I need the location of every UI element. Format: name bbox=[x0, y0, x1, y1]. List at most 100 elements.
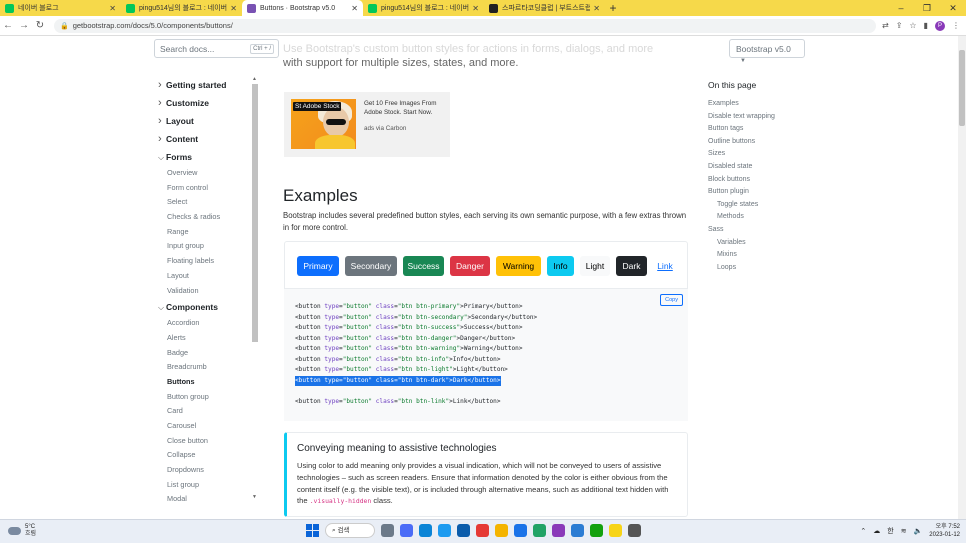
sidebar-scrollbar[interactable]: ▲ ▼ bbox=[252, 76, 258, 506]
toc-link[interactable]: Mixins bbox=[708, 249, 818, 262]
taskbar-app-icon[interactable] bbox=[514, 524, 527, 537]
btn-secondary[interactable]: Secondary bbox=[345, 256, 397, 276]
ad-image[interactable]: St Adobe Stock bbox=[291, 99, 356, 149]
close-window-icon[interactable]: ✕ bbox=[940, 0, 966, 16]
taskbar-search[interactable]: ⌕ 검색 bbox=[325, 523, 375, 538]
tab-close-icon[interactable]: ✕ bbox=[230, 4, 237, 13]
tab-close-icon[interactable]: ✕ bbox=[593, 4, 600, 13]
toc-link[interactable]: Disable text wrapping bbox=[708, 111, 818, 124]
browser-tab[interactable]: pingu514님의 블로그 : 네이버 블로그✕ bbox=[363, 0, 484, 16]
sidebar-link[interactable]: Collapse bbox=[152, 448, 252, 463]
taskbar-app-icon[interactable] bbox=[400, 524, 413, 537]
taskbar-app-icon[interactable] bbox=[571, 524, 584, 537]
page-scrollbar[interactable] bbox=[958, 36, 966, 519]
carbon-ad[interactable]: St Adobe Stock Get 10 Free Images From A… bbox=[284, 92, 450, 157]
tab-close-icon[interactable]: ✕ bbox=[472, 4, 479, 13]
menu-kebab-icon[interactable]: ⋮ bbox=[952, 21, 960, 30]
sidebar-group[interactable]: › Layout bbox=[152, 112, 252, 130]
address-bar[interactable]: 🔒 getbootstrap.com/docs/5.0/components/b… bbox=[54, 18, 877, 33]
toc-link[interactable]: Methods bbox=[708, 211, 818, 224]
clock[interactable]: 오후 7:52 2023-01-12 bbox=[929, 523, 960, 539]
taskbar-app-icon[interactable] bbox=[476, 524, 489, 537]
browser-tab[interactable]: 스파르타코딩클럽 | 부트스트랩 ✕ bbox=[484, 0, 605, 16]
taskbar-app-icon[interactable] bbox=[590, 524, 603, 537]
windows-start-icon[interactable] bbox=[306, 524, 319, 537]
back-arrow-icon[interactable]: ← bbox=[0, 20, 16, 31]
browser-tab[interactable]: Buttons · Bootstrap v5.0 ✕ bbox=[242, 0, 363, 16]
taskbar-app-icon[interactable] bbox=[552, 524, 565, 537]
btn-primary[interactable]: Primary bbox=[297, 256, 339, 276]
toc-link[interactable]: Button tags bbox=[708, 123, 818, 136]
new-tab-button[interactable]: + bbox=[605, 0, 621, 16]
docs-search-input[interactable]: Search docs... Ctrl + / bbox=[154, 39, 279, 58]
minimize-icon[interactable]: – bbox=[888, 0, 914, 16]
taskbar-app-icon[interactable] bbox=[381, 524, 394, 537]
scroll-down-icon[interactable]: ▼ bbox=[252, 494, 257, 500]
weather-widget[interactable]: 5°C 흐림 bbox=[8, 524, 36, 538]
sidebar-link[interactable]: Card bbox=[152, 404, 252, 419]
sidebar-link[interactable]: Alerts bbox=[152, 331, 252, 346]
taskbar-app-icon[interactable] bbox=[419, 524, 432, 537]
taskbar-app-icon[interactable] bbox=[495, 524, 508, 537]
sidebar-link[interactable]: Dropdowns bbox=[152, 463, 252, 478]
toc-link[interactable]: Variables bbox=[708, 237, 818, 250]
taskbar-app-icon[interactable] bbox=[628, 524, 641, 537]
onedrive-icon[interactable]: ☁ bbox=[873, 527, 880, 535]
scroll-up-icon[interactable]: ▲ bbox=[252, 76, 257, 82]
sidebar-link[interactable]: Checks & radios bbox=[152, 210, 252, 225]
sidebar-link[interactable]: Close button bbox=[152, 434, 252, 449]
toc-link[interactable]: Block buttons bbox=[708, 174, 818, 187]
wifi-icon[interactable]: ≋ bbox=[901, 527, 907, 535]
sidebar-link[interactable]: Button group bbox=[152, 390, 252, 405]
volume-icon[interactable]: 🔈 bbox=[914, 527, 923, 535]
sidebar-group[interactable]: ⌵ Components bbox=[152, 298, 252, 316]
ad-via[interactable]: ads via Carbon bbox=[364, 125, 406, 132]
translate-icon[interactable]: ⇄ bbox=[882, 21, 889, 30]
btn-dark[interactable]: Dark bbox=[616, 256, 647, 276]
tray-chevron-icon[interactable]: ⌃ bbox=[860, 527, 866, 535]
toc-link[interactable]: Outline buttons bbox=[708, 136, 818, 149]
profile-avatar[interactable]: P bbox=[935, 20, 945, 31]
btn-light[interactable]: Light bbox=[580, 256, 610, 276]
btn-warning[interactable]: Warning bbox=[496, 256, 541, 276]
sidebar-link[interactable]: Floating labels bbox=[152, 254, 252, 269]
sidebar-link[interactable]: Layout bbox=[152, 269, 252, 284]
toc-link[interactable]: Examples bbox=[708, 98, 818, 111]
taskbar-app-icon[interactable] bbox=[609, 524, 622, 537]
sidebar-link[interactable]: Input group bbox=[152, 239, 252, 254]
toc-link[interactable]: Disabled state bbox=[708, 161, 818, 174]
sidebar-scroll-thumb[interactable] bbox=[252, 84, 258, 342]
toc-link[interactable]: Loops bbox=[708, 262, 818, 275]
toc-link[interactable]: Sass bbox=[708, 224, 818, 237]
tab-close-icon[interactable]: ✕ bbox=[109, 4, 116, 13]
ad-text[interactable]: Get 10 Free Images From Adobe Stock. Sta… bbox=[364, 100, 446, 117]
version-dropdown[interactable]: Bootstrap v5.0 ▼ bbox=[729, 39, 805, 64]
sidebar-link[interactable]: Form control bbox=[152, 181, 252, 196]
sidebar-link[interactable]: Range bbox=[152, 225, 252, 240]
toc-link[interactable]: Toggle states bbox=[708, 199, 818, 212]
toc-link[interactable]: Sizes bbox=[708, 148, 818, 161]
sidebar-link[interactable]: Carousel bbox=[152, 419, 252, 434]
sidebar-link[interactable]: Validation bbox=[152, 284, 252, 299]
maximize-icon[interactable]: ❐ bbox=[914, 0, 940, 16]
language-indicator[interactable]: 한 bbox=[887, 526, 893, 536]
sidepanel-icon[interactable]: ▮ bbox=[924, 21, 928, 30]
taskbar-app-icon[interactable] bbox=[438, 524, 451, 537]
sidebar-link[interactable]: Overview bbox=[152, 166, 252, 181]
tab-close-icon[interactable]: ✕ bbox=[351, 4, 358, 13]
btn-link[interactable]: Link bbox=[653, 256, 677, 276]
taskbar-app-icon[interactable] bbox=[457, 524, 470, 537]
btn-danger[interactable]: Danger bbox=[450, 256, 490, 276]
reload-icon[interactable]: ↻ bbox=[32, 20, 48, 31]
sidebar-link[interactable]: List group bbox=[152, 478, 252, 493]
sidebar-link[interactable]: Buttons bbox=[152, 375, 252, 390]
page-scroll-thumb[interactable] bbox=[959, 50, 965, 126]
copy-button[interactable]: Copy bbox=[660, 294, 683, 306]
browser-tab[interactable]: pingu514님의 블로그 : 네이버 블로그✕ bbox=[121, 0, 242, 16]
share-icon[interactable]: ⇪ bbox=[896, 21, 903, 30]
taskbar-app-icon[interactable] bbox=[533, 524, 546, 537]
forward-arrow-icon[interactable]: → bbox=[16, 20, 32, 31]
toc-link[interactable]: Button plugin bbox=[708, 186, 818, 199]
sidebar-group[interactable]: › Getting started bbox=[152, 76, 252, 94]
browser-tab[interactable]: 네이버 블로그 ✕ bbox=[0, 0, 121, 16]
